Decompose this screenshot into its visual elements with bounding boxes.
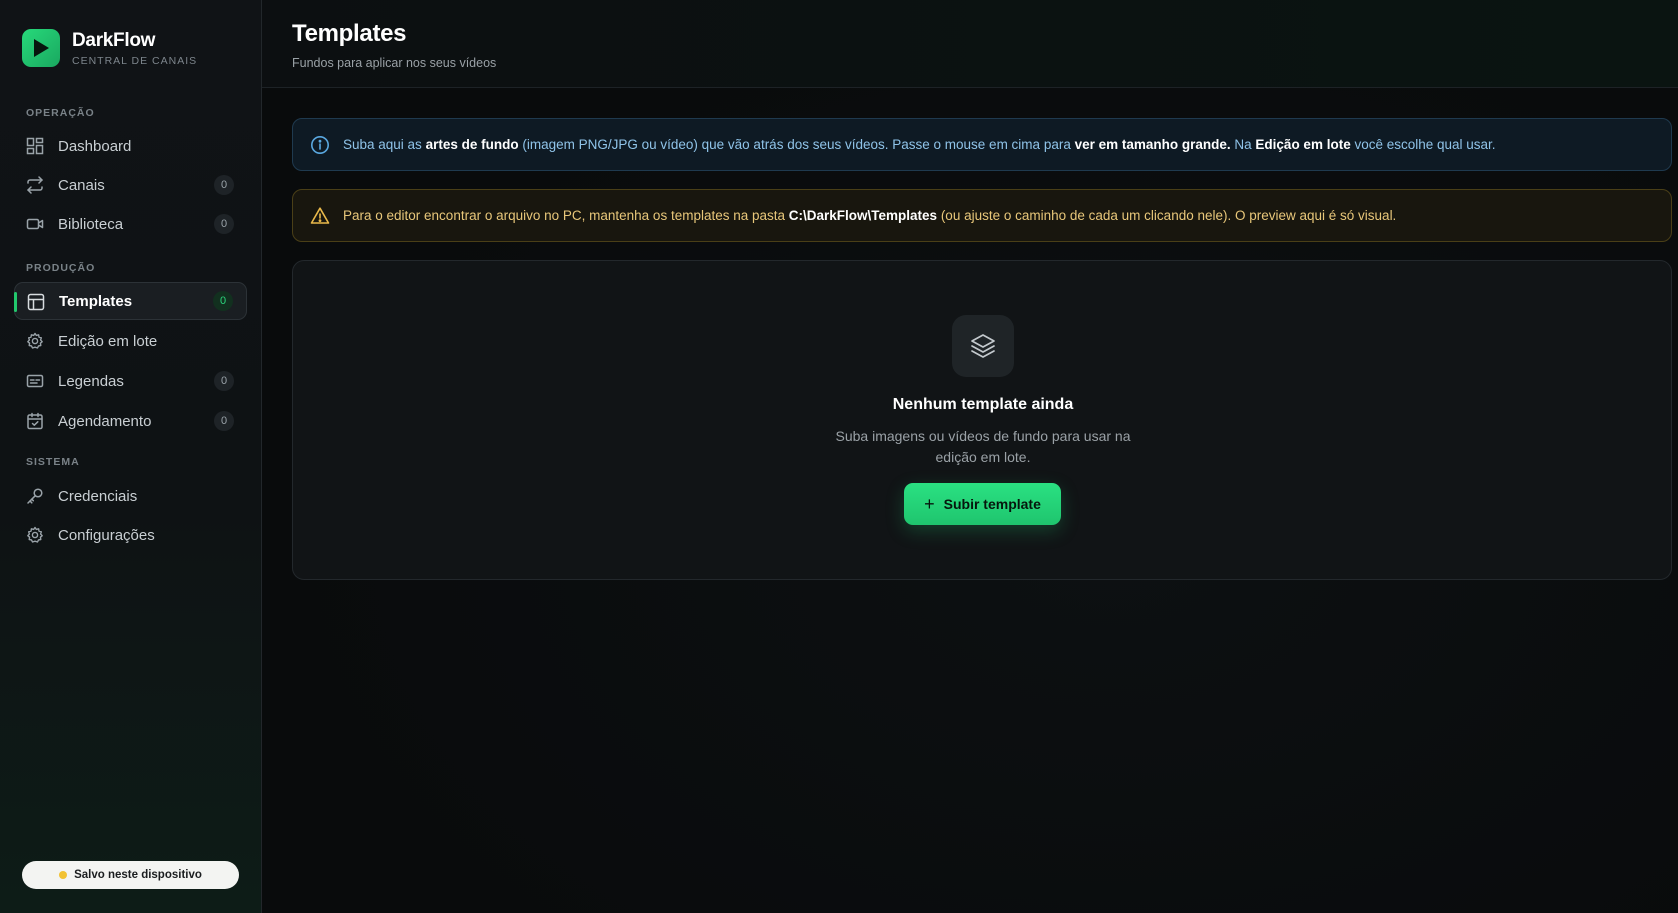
- plus-icon: +: [924, 494, 935, 514]
- sidebar-item-label: Dashboard: [58, 137, 132, 155]
- count-badge: 0: [214, 411, 234, 431]
- gear-icon: [26, 332, 44, 350]
- subtitles-icon: [26, 372, 44, 390]
- sidebar-item-label: Edição em lote: [58, 332, 158, 350]
- info-alert: Suba aqui as artes de fundo (imagem PNG/…: [292, 118, 1672, 171]
- sidebar-item-label: Legendas: [58, 372, 124, 390]
- repeat-icon: [26, 176, 44, 194]
- grid-icon: [26, 137, 44, 155]
- page-title: Templates: [292, 20, 407, 47]
- saved-status-text: Salvo neste dispositivo: [74, 869, 202, 881]
- active-indicator: [14, 292, 17, 312]
- brand-subtitle: CENTRAL DE CANAIS: [72, 54, 198, 67]
- sidebar-item-label: Templates: [59, 292, 133, 310]
- empty-state-description: Suba imagens ou vídeos de fundo para usa…: [835, 428, 1131, 465]
- settings-icon: [26, 526, 44, 544]
- sidebar-item-label: Credenciais: [58, 487, 138, 505]
- sidebar-item-legendas[interactable]: Legendas 0: [14, 362, 247, 400]
- section-label-operacao: OPERAÇÃO: [26, 107, 95, 119]
- sidebar-item-edicao-em-lote[interactable]: Edição em lote: [14, 322, 247, 360]
- sidebar-item-label: Configurações: [58, 526, 155, 544]
- warning-alert: Para o editor encontrar o arquivo no PC,…: [292, 189, 1672, 242]
- sidebar-item-configuracoes[interactable]: Configurações: [14, 516, 247, 554]
- brand-name: DarkFlow: [72, 29, 156, 51]
- sidebar-item-canais[interactable]: Canais 0: [14, 166, 247, 204]
- upload-template-label: Subir template: [943, 496, 1041, 512]
- calendar-icon: [26, 412, 44, 430]
- app-window: DarkFlow CENTRAL DE CANAIS OPERAÇÃO Dash…: [0, 0, 1678, 913]
- warning-icon: [310, 206, 330, 226]
- layers-icon: [952, 315, 1014, 377]
- play-logo-icon: [22, 29, 60, 67]
- count-badge: 0: [213, 291, 233, 311]
- count-badge: 0: [214, 214, 234, 234]
- count-badge: 0: [214, 371, 234, 391]
- count-badge: 0: [214, 175, 234, 195]
- video-icon: [26, 215, 44, 233]
- sidebar-item-credenciais[interactable]: Credenciais: [14, 477, 247, 515]
- layout-icon: [27, 293, 45, 311]
- sidebar-item-dashboard[interactable]: Dashboard: [14, 127, 247, 165]
- info-alert-text: Suba aqui as artes de fundo (imagem PNG/…: [343, 137, 1496, 152]
- upload-template-button[interactable]: + Subir template: [904, 483, 1061, 525]
- page-header: Templates Fundos para aplicar nos seus v…: [262, 0, 1678, 88]
- key-icon: [26, 487, 44, 505]
- warning-alert-text: Para o editor encontrar o arquivo no PC,…: [343, 208, 1397, 223]
- info-icon: [310, 135, 330, 155]
- sidebar-item-label: Canais: [58, 176, 105, 194]
- section-label-sistema: SISTEMA: [26, 456, 80, 468]
- brand[interactable]: DarkFlow CENTRAL DE CANAIS: [22, 29, 197, 67]
- sidebar-item-label: Agendamento: [58, 412, 152, 430]
- empty-state-title: Nenhum template ainda: [892, 396, 1074, 413]
- sidebar-item-templates[interactable]: Templates 0: [14, 282, 247, 320]
- page-subtitle: Fundos para aplicar nos seus vídeos: [292, 56, 497, 70]
- sidebar-item-label: Biblioteca: [58, 215, 124, 233]
- empty-state-card: Nenhum template ainda Suba imagens ou ví…: [292, 260, 1672, 580]
- sidebar: DarkFlow CENTRAL DE CANAIS OPERAÇÃO Dash…: [0, 0, 262, 913]
- saved-status-pill: Salvo neste dispositivo: [22, 861, 239, 889]
- main-content: Templates Fundos para aplicar nos seus v…: [262, 0, 1678, 913]
- sidebar-item-biblioteca[interactable]: Biblioteca 0: [14, 205, 247, 243]
- sidebar-item-agendamento[interactable]: Agendamento 0: [14, 402, 247, 440]
- status-dot-icon: [59, 871, 68, 879]
- section-label-producao: PRODUÇÃO: [26, 262, 96, 274]
